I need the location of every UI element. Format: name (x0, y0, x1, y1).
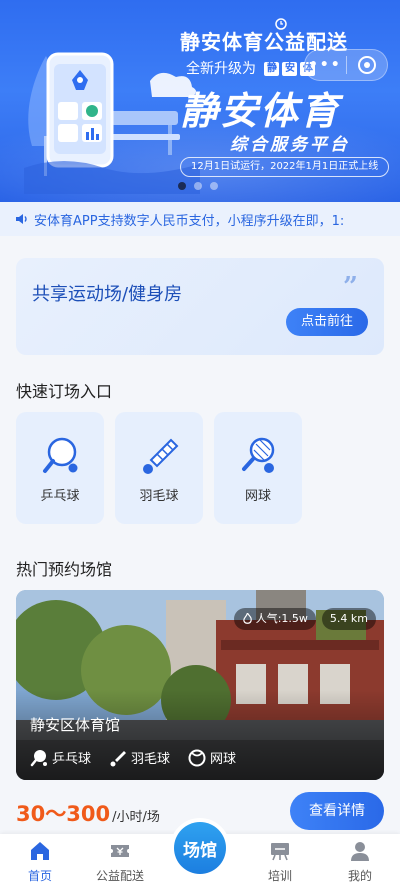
tab-label: 培训 (267, 869, 292, 883)
ticket-icon (111, 845, 129, 857)
notice-text: 安体育APP支持数字人民币支付，小程序升级在即，1: (34, 213, 345, 229)
badminton-icon (110, 750, 127, 766)
carousel-dot-active[interactable] (178, 182, 186, 190)
ping-pong-icon (43, 437, 78, 473)
venue-tag-tennis: 网球 (188, 748, 236, 767)
tab-training[interactable]: 培训 (245, 834, 315, 888)
tab-home[interactable]: 首页 (5, 834, 75, 888)
notice-bar[interactable]: 安体育APP支持数字人民币支付，小程序升级在即，1: (0, 202, 400, 236)
tab-label: 公益配送 (95, 869, 144, 883)
price-range: 30～300 /小时/场 (16, 798, 160, 828)
venue-tag-label: 乒乓球 (52, 752, 92, 767)
close-miniprogram-button[interactable] (346, 56, 387, 74)
upgrade-text: 全新升级为 (186, 61, 256, 77)
quick-tile-label: 乒乓球 (40, 489, 80, 504)
banner-sub-title: 综合服务平台 (230, 135, 350, 155)
go-button[interactable]: 点击前往 (286, 308, 368, 336)
quick-tile-label: 羽毛球 (139, 489, 179, 504)
price-unit: /小时/场 (112, 810, 160, 825)
popularity-text: 人气:1.5w (255, 612, 308, 625)
quick-booking-list: 乒乓球 羽毛球 网球 (16, 412, 302, 524)
ping-pong-icon (30, 749, 47, 766)
venue-tag-ping-pong: 乒乓球 (30, 748, 91, 767)
carousel-dot[interactable] (194, 182, 202, 190)
miniprogram-capsule: ••• (304, 49, 388, 81)
upgrade-badge: 安 (282, 62, 298, 76)
shared-card-title: 共享运动场/健身房 (32, 284, 183, 305)
tab-venues[interactable]: 场馆 (170, 818, 230, 878)
tab-charity-delivery[interactable]: 公益配送 (85, 834, 155, 888)
banner-big-title: 静安体育 (180, 89, 341, 133)
tennis-icon (242, 437, 275, 473)
venue-tag-badminton: 羽毛球 (109, 748, 170, 767)
shared-sports-card[interactable]: 共享运动场/健身房 ” 点击前往 (16, 258, 384, 355)
speaker-icon (16, 214, 27, 224)
distance-badge: 5.4 km (321, 608, 376, 630)
venue-name: 静安区体育馆 (30, 716, 121, 734)
venue-tab-badge: 场馆 (174, 822, 226, 874)
quote-mark-icon: ” (343, 272, 358, 302)
tab-mine[interactable]: 我的 (325, 834, 395, 888)
banner-upgrade-text: 全新升级为 静 安 体 (186, 58, 316, 78)
hot-venues-title: 热门预约场馆 (16, 560, 113, 579)
venue-tag-label: 网球 (210, 752, 237, 767)
flame-icon (242, 613, 252, 624)
banner-date-pill: 12月1日试运行，2022年1月1日正式上线 (180, 157, 390, 177)
venue-tag-label: 羽毛球 (131, 752, 171, 767)
home-icon (31, 842, 49, 860)
venue-card[interactable]: 人气:1.5w 5.4 km 静安区体育馆 乒乓球 羽毛球 网球 (16, 590, 384, 780)
badminton-icon (143, 438, 179, 474)
upgrade-badge: 静 (264, 62, 280, 76)
venue-stats: 人气:1.5w 5.4 km (233, 608, 376, 630)
quick-tile-badminton[interactable]: 羽毛球 (115, 412, 203, 524)
top-banner[interactable]: 静安体育公益配送 全新升级为 静 安 体 静安体育 综合服务平台 12月1日试运… (0, 0, 400, 202)
venue-sport-tags: 乒乓球 羽毛球 网球 (30, 748, 236, 767)
tennis-icon (188, 749, 206, 766)
popularity-badge: 人气:1.5w (233, 608, 316, 630)
more-menu-button[interactable]: ••• (305, 57, 346, 73)
quick-tile-tennis[interactable]: 网球 (214, 412, 302, 524)
carousel-indicator (178, 182, 218, 190)
tab-label: 首页 (27, 869, 52, 883)
view-details-button[interactable]: 查看详情 (290, 792, 384, 830)
tab-label: 我的 (347, 869, 372, 883)
quick-tile-label: 网球 (244, 489, 271, 504)
target-icon (357, 56, 376, 74)
user-icon (351, 842, 369, 861)
training-board-icon (271, 843, 289, 861)
carousel-dot[interactable] (210, 182, 218, 190)
price-amount: 30～300 (16, 802, 111, 826)
quick-tile-ping-pong[interactable]: 乒乓球 (16, 412, 104, 524)
quick-booking-title: 快速订场入口 (16, 382, 113, 401)
